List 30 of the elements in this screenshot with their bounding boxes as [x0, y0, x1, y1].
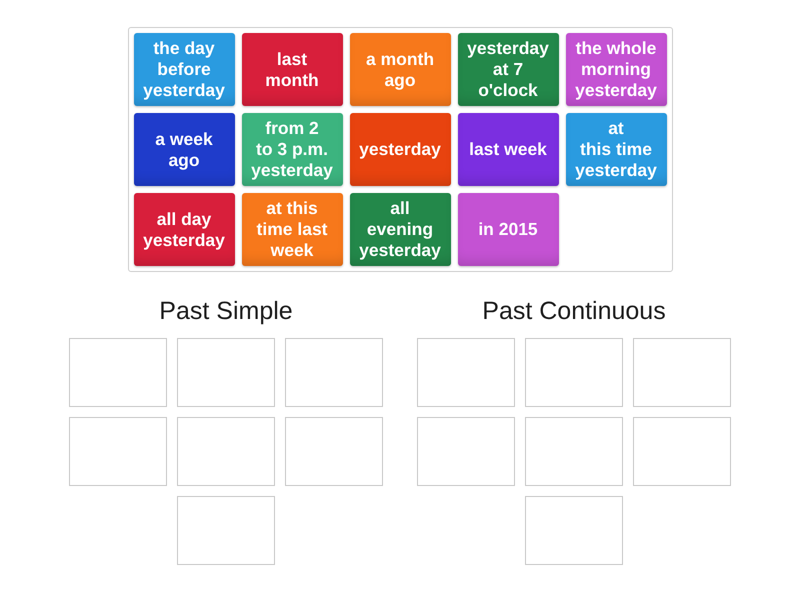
- phrase-card[interactable]: a week ago: [134, 113, 234, 186]
- group-heading: Past Continuous: [482, 296, 666, 326]
- phrase-card[interactable]: the whole morning yesterday: [566, 33, 666, 106]
- group-heading: Past Simple: [159, 296, 293, 326]
- phrase-card[interactable]: at this time last week: [242, 193, 342, 266]
- phrase-card[interactable]: in 2015: [458, 193, 558, 266]
- phrase-card[interactable]: yesterday: [350, 113, 450, 186]
- phrase-card[interactable]: all evening yesterday: [350, 193, 450, 266]
- phrase-card[interactable]: last week: [458, 113, 558, 186]
- answer-box[interactable]: [69, 338, 167, 407]
- phrase-card[interactable]: all day yesterday: [134, 193, 234, 266]
- phrase-card[interactable]: the day before yesterday: [134, 33, 234, 106]
- answer-box[interactable]: [525, 338, 623, 407]
- answer-box[interactable]: [69, 417, 167, 486]
- answer-box[interactable]: [285, 417, 383, 486]
- phrase-card[interactable]: from 2 to 3 p.m. yesterday: [242, 113, 342, 186]
- answer-box[interactable]: [525, 496, 623, 565]
- answer-box[interactable]: [177, 338, 275, 407]
- answer-box[interactable]: [417, 338, 515, 407]
- phrase-card[interactable]: yesterday at 7 o'clock: [458, 33, 558, 106]
- answer-box[interactable]: [633, 338, 731, 407]
- answer-box[interactable]: [177, 496, 275, 565]
- phrase-card[interactable]: a month ago: [350, 33, 450, 106]
- answer-box[interactable]: [633, 417, 731, 486]
- phrase-card[interactable]: last month: [242, 33, 342, 106]
- answer-box[interactable]: [177, 417, 275, 486]
- answer-box[interactable]: [285, 338, 383, 407]
- answer-box[interactable]: [417, 417, 515, 486]
- answer-box[interactable]: [525, 417, 623, 486]
- phrase-card[interactable]: at this time yesterday: [566, 113, 666, 186]
